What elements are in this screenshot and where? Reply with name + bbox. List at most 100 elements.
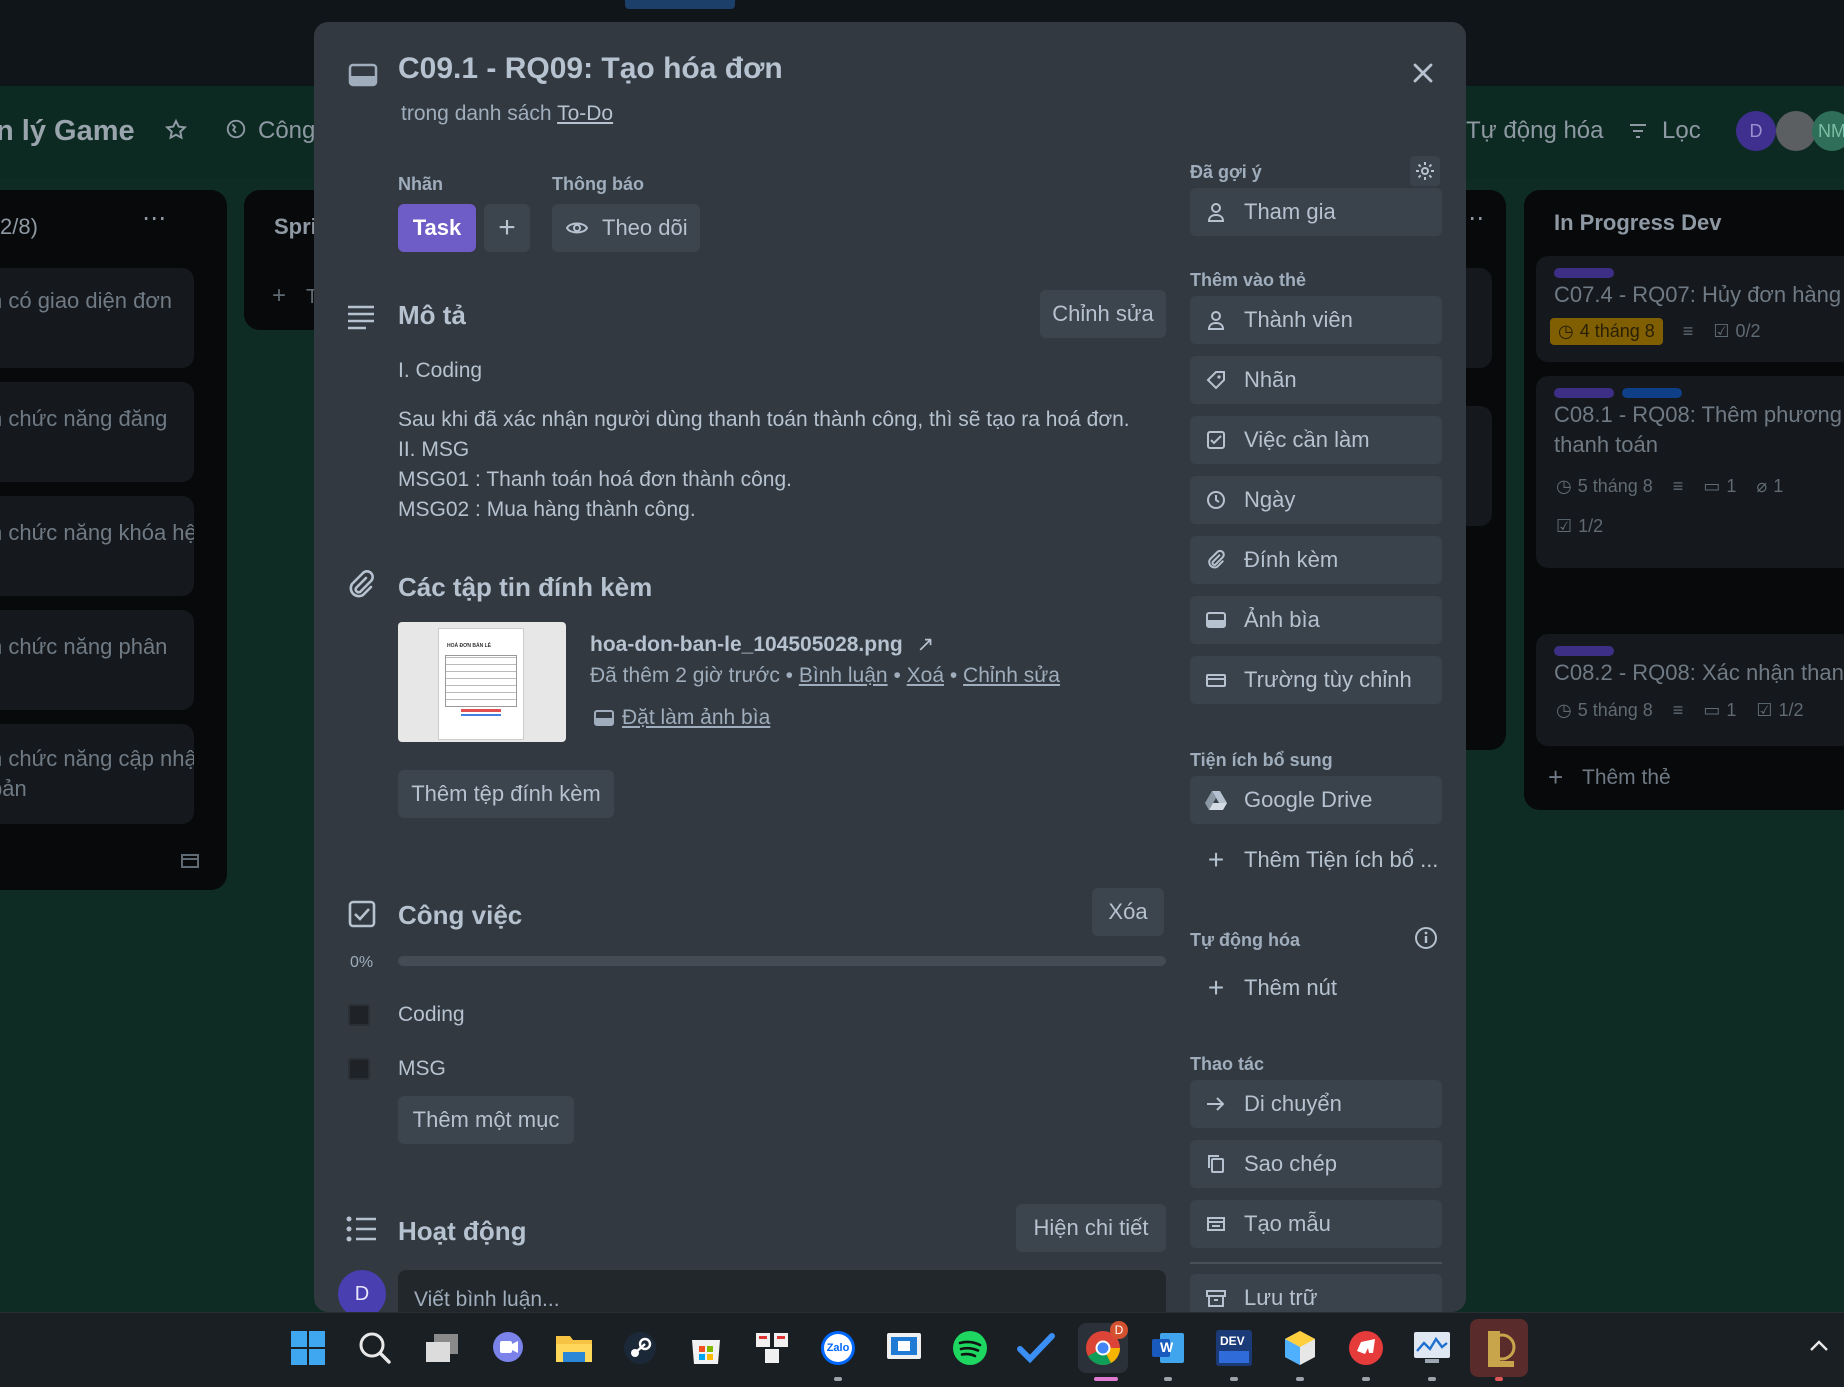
remote-desktop-icon[interactable] — [884, 1328, 924, 1368]
cube-app-icon[interactable] — [1280, 1328, 1320, 1368]
list-card[interactable]: n chức năng phân — [0, 610, 194, 710]
attachment-thumbnail[interactable]: HOÁ ĐƠN BÁN LẺ — [398, 622, 566, 742]
members-button[interactable]: Thành viên — [1190, 296, 1442, 344]
paperclip-icon — [1204, 548, 1228, 572]
custom-fields-button[interactable]: Trường tùy chỉnh — [1190, 656, 1442, 704]
add-button-button[interactable]: + Thêm nút — [1190, 964, 1442, 1012]
attachment-comment-link[interactable]: Bình luận — [799, 664, 888, 687]
checklist-icon — [348, 900, 376, 928]
checklist-button[interactable]: Việc cần làm — [1190, 416, 1442, 464]
google-drive-button[interactable]: Google Drive — [1190, 776, 1442, 824]
member-avatar-photo[interactable] — [1776, 111, 1816, 151]
visibility-button[interactable]: Công — [258, 117, 315, 145]
attachment-delete-link[interactable]: Xoá — [907, 664, 944, 687]
label-chip-task[interactable]: Task — [398, 204, 476, 252]
list-card[interactable]: C08.1 - RQ08: Thêm phương th thanh toán … — [1536, 376, 1844, 568]
todo-checkmark-icon[interactable] — [1016, 1328, 1056, 1368]
description-title: Mô tả — [398, 300, 466, 330]
copy-button[interactable]: Sao chép — [1190, 1140, 1442, 1188]
list-link[interactable]: To-Do — [557, 102, 613, 125]
board-title[interactable]: n lý Game — [0, 115, 135, 148]
card-title[interactable]: C09.1 - RQ09: Tạo hóa đơn — [398, 52, 783, 86]
watch-button[interactable]: Theo dõi — [552, 204, 700, 252]
make-template-button[interactable]: Tạo mẫu — [1190, 1200, 1442, 1248]
external-link-icon[interactable]: ↗ — [917, 633, 935, 656]
comment-icon: ▭ — [1703, 476, 1721, 496]
powerups-heading: Tiện ích bổ sung — [1190, 750, 1333, 770]
dates-button[interactable]: Ngày — [1190, 476, 1442, 524]
comment-input[interactable]: Viết bình luận... — [398, 1270, 1166, 1312]
card-label — [1554, 646, 1614, 656]
search-icon[interactable] — [355, 1328, 395, 1368]
list-card[interactable]: n chức năng khóa hệ — [0, 496, 194, 596]
list-card[interactable]: n chức năng đăng — [0, 382, 194, 482]
steam-icon[interactable] — [620, 1328, 660, 1368]
attachment-filename[interactable]: hoa-don-ban-le_104505028.png ↗ — [590, 632, 934, 657]
monitor-app-icon[interactable] — [1412, 1328, 1452, 1368]
move-button[interactable]: Di chuyển — [1190, 1080, 1442, 1128]
chrome-icon[interactable]: D — [1078, 1321, 1128, 1373]
add-card-plus[interactable]: + — [1548, 762, 1563, 793]
add-card-button[interactable]: Thêm thẻ — [1582, 766, 1671, 790]
card-detail-modal: C09.1 - RQ09: Tạo hóa đơn trong danh sác… — [314, 22, 1466, 1312]
checklist-count: 1/2 — [1778, 700, 1804, 720]
settings-gear-icon[interactable] — [1410, 156, 1440, 186]
automation-heading: Tự động hóa — [1190, 930, 1301, 950]
attachment-button[interactable]: Đính kèm — [1190, 536, 1442, 584]
archive-button[interactable]: Lưu trữ — [1190, 1274, 1442, 1312]
task-view-icon[interactable] — [422, 1328, 462, 1368]
description-line: Sau khi đã xác nhận người dùng thanh toá… — [398, 408, 1130, 431]
checklist-item-label[interactable]: MSG — [398, 1054, 446, 1084]
list-card[interactable]: n có giao diện đơn — [0, 268, 194, 368]
close-icon[interactable] — [1406, 56, 1440, 90]
add-label-button[interactable]: + — [484, 204, 530, 252]
labels-button[interactable]: Nhãn — [1190, 356, 1442, 404]
spotify-icon[interactable] — [950, 1328, 990, 1368]
riot-client-icon[interactable] — [1346, 1328, 1386, 1368]
info-icon[interactable] — [1414, 926, 1438, 950]
user-avatar[interactable]: D — [338, 1270, 386, 1312]
checklist-item-checkbox[interactable] — [348, 1004, 370, 1026]
zalo-icon[interactable]: Zalo — [818, 1328, 858, 1368]
dev-cpp-icon[interactable]: DEV — [1214, 1328, 1254, 1368]
checklist-title: Công việc — [398, 900, 523, 930]
filter-icon — [1628, 121, 1648, 141]
join-button[interactable]: Tham gia — [1190, 188, 1442, 236]
attachment-edit-link[interactable]: Chỉnh sửa — [963, 664, 1060, 687]
list-card[interactable]: n chức năng cập nhậtbản — [0, 724, 194, 824]
add-attachment-button[interactable]: Thêm tệp đính kèm — [398, 770, 614, 818]
list-card[interactable]: C07.4 - RQ07: Hủy đơn hàng ◷ 4 tháng 8 ≡… — [1536, 256, 1844, 362]
show-details-button[interactable]: Hiện chi tiết — [1016, 1204, 1166, 1252]
add-card-plus[interactable]: + — [272, 282, 286, 310]
running-indicator — [1164, 1377, 1172, 1381]
delete-checklist-button[interactable]: Xóa — [1092, 888, 1164, 936]
league-of-legends-icon[interactable] — [1470, 1319, 1528, 1377]
file-explorer-icon[interactable] — [554, 1328, 594, 1368]
checklist-item-checkbox[interactable] — [348, 1058, 370, 1080]
windows-start-icon[interactable] — [288, 1328, 328, 1368]
microsoft-store-icon[interactable] — [686, 1328, 726, 1368]
word-icon[interactable]: W — [1148, 1328, 1188, 1368]
member-avatar[interactable]: D — [1736, 111, 1776, 151]
star-icon[interactable] — [164, 118, 188, 142]
edit-description-button[interactable]: Chỉnh sửa — [1040, 290, 1166, 338]
unikey-icon[interactable] — [752, 1328, 792, 1368]
template-icon — [1204, 1212, 1228, 1236]
chevron-up-icon[interactable] — [1808, 1339, 1830, 1353]
make-cover-link[interactable]: Đặt làm ảnh bìa — [594, 706, 770, 730]
checklist-item-label[interactable]: Coding — [398, 1000, 465, 1030]
add-checklist-item-button[interactable]: Thêm một mục — [398, 1096, 574, 1144]
attachment-added-time: Đã thêm 2 giờ trước — [590, 664, 780, 687]
comment-count: 1 — [1726, 476, 1737, 496]
description-icon: ≡ — [1672, 476, 1684, 496]
teams-chat-icon[interactable] — [488, 1328, 528, 1368]
add-powerup-button[interactable]: + Thêm Tiện ích bổ ... — [1190, 836, 1442, 884]
member-avatar[interactable]: NM — [1812, 111, 1844, 151]
cover-button[interactable]: Ảnh bìa — [1190, 596, 1442, 644]
filter-button[interactable]: Lọc — [1662, 117, 1701, 145]
automation-button[interactable]: Tự động hóa — [1466, 117, 1604, 145]
template-icon[interactable] — [180, 852, 200, 870]
list-menu-icon[interactable]: ⋯ — [142, 204, 166, 233]
dev-label: DEV — [1220, 1334, 1245, 1348]
list-card[interactable]: C08.2 - RQ08: Xác nhận thanh t ◷ 5 tháng… — [1536, 634, 1844, 746]
